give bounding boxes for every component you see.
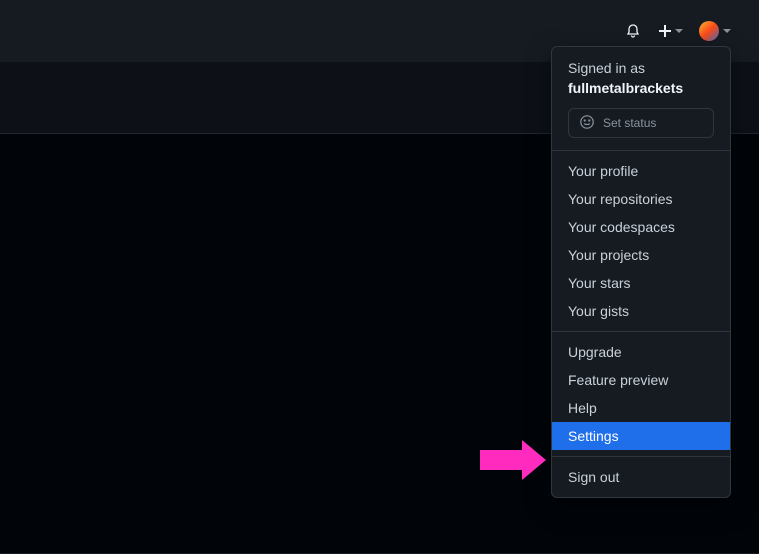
menu-item-your-stars[interactable]: Your stars (552, 269, 730, 297)
set-status-button[interactable]: Set status (568, 108, 714, 138)
menu-item-your-codespaces[interactable]: Your codespaces (552, 213, 730, 241)
caret-down-icon (675, 29, 683, 33)
menu-item-your-profile[interactable]: Your profile (552, 157, 730, 185)
menu-section-signout: Sign out (552, 457, 730, 497)
create-new-dropdown[interactable] (657, 23, 683, 39)
menu-item-sign-out[interactable]: Sign out (552, 463, 730, 491)
avatar (699, 21, 719, 41)
signed-in-label: Signed in as (568, 59, 714, 79)
menu-item-your-repositories[interactable]: Your repositories (552, 185, 730, 213)
menu-item-your-projects[interactable]: Your projects (552, 241, 730, 269)
user-dropdown-menu: Signed in as fullmetalbrackets Set statu… (551, 46, 731, 498)
caret-down-icon (723, 29, 731, 33)
menu-item-feature-preview[interactable]: Feature preview (552, 366, 730, 394)
username-label: fullmetalbrackets (568, 79, 714, 99)
set-status-label: Set status (603, 116, 656, 130)
notifications-bell-icon[interactable] (625, 23, 641, 39)
menu-item-your-gists[interactable]: Your gists (552, 297, 730, 325)
user-avatar-dropdown-trigger[interactable] (699, 21, 731, 41)
menu-item-upgrade[interactable]: Upgrade (552, 338, 730, 366)
menu-item-help[interactable]: Help (552, 394, 730, 422)
plus-icon (657, 23, 673, 39)
menu-section-profile: Your profile Your repositories Your code… (552, 151, 730, 331)
smiley-icon (579, 114, 595, 133)
menu-section-account: Upgrade Feature preview Help Settings (552, 332, 730, 456)
menu-item-settings[interactable]: Settings (552, 422, 730, 450)
dropdown-header: Signed in as fullmetalbrackets (552, 47, 730, 108)
